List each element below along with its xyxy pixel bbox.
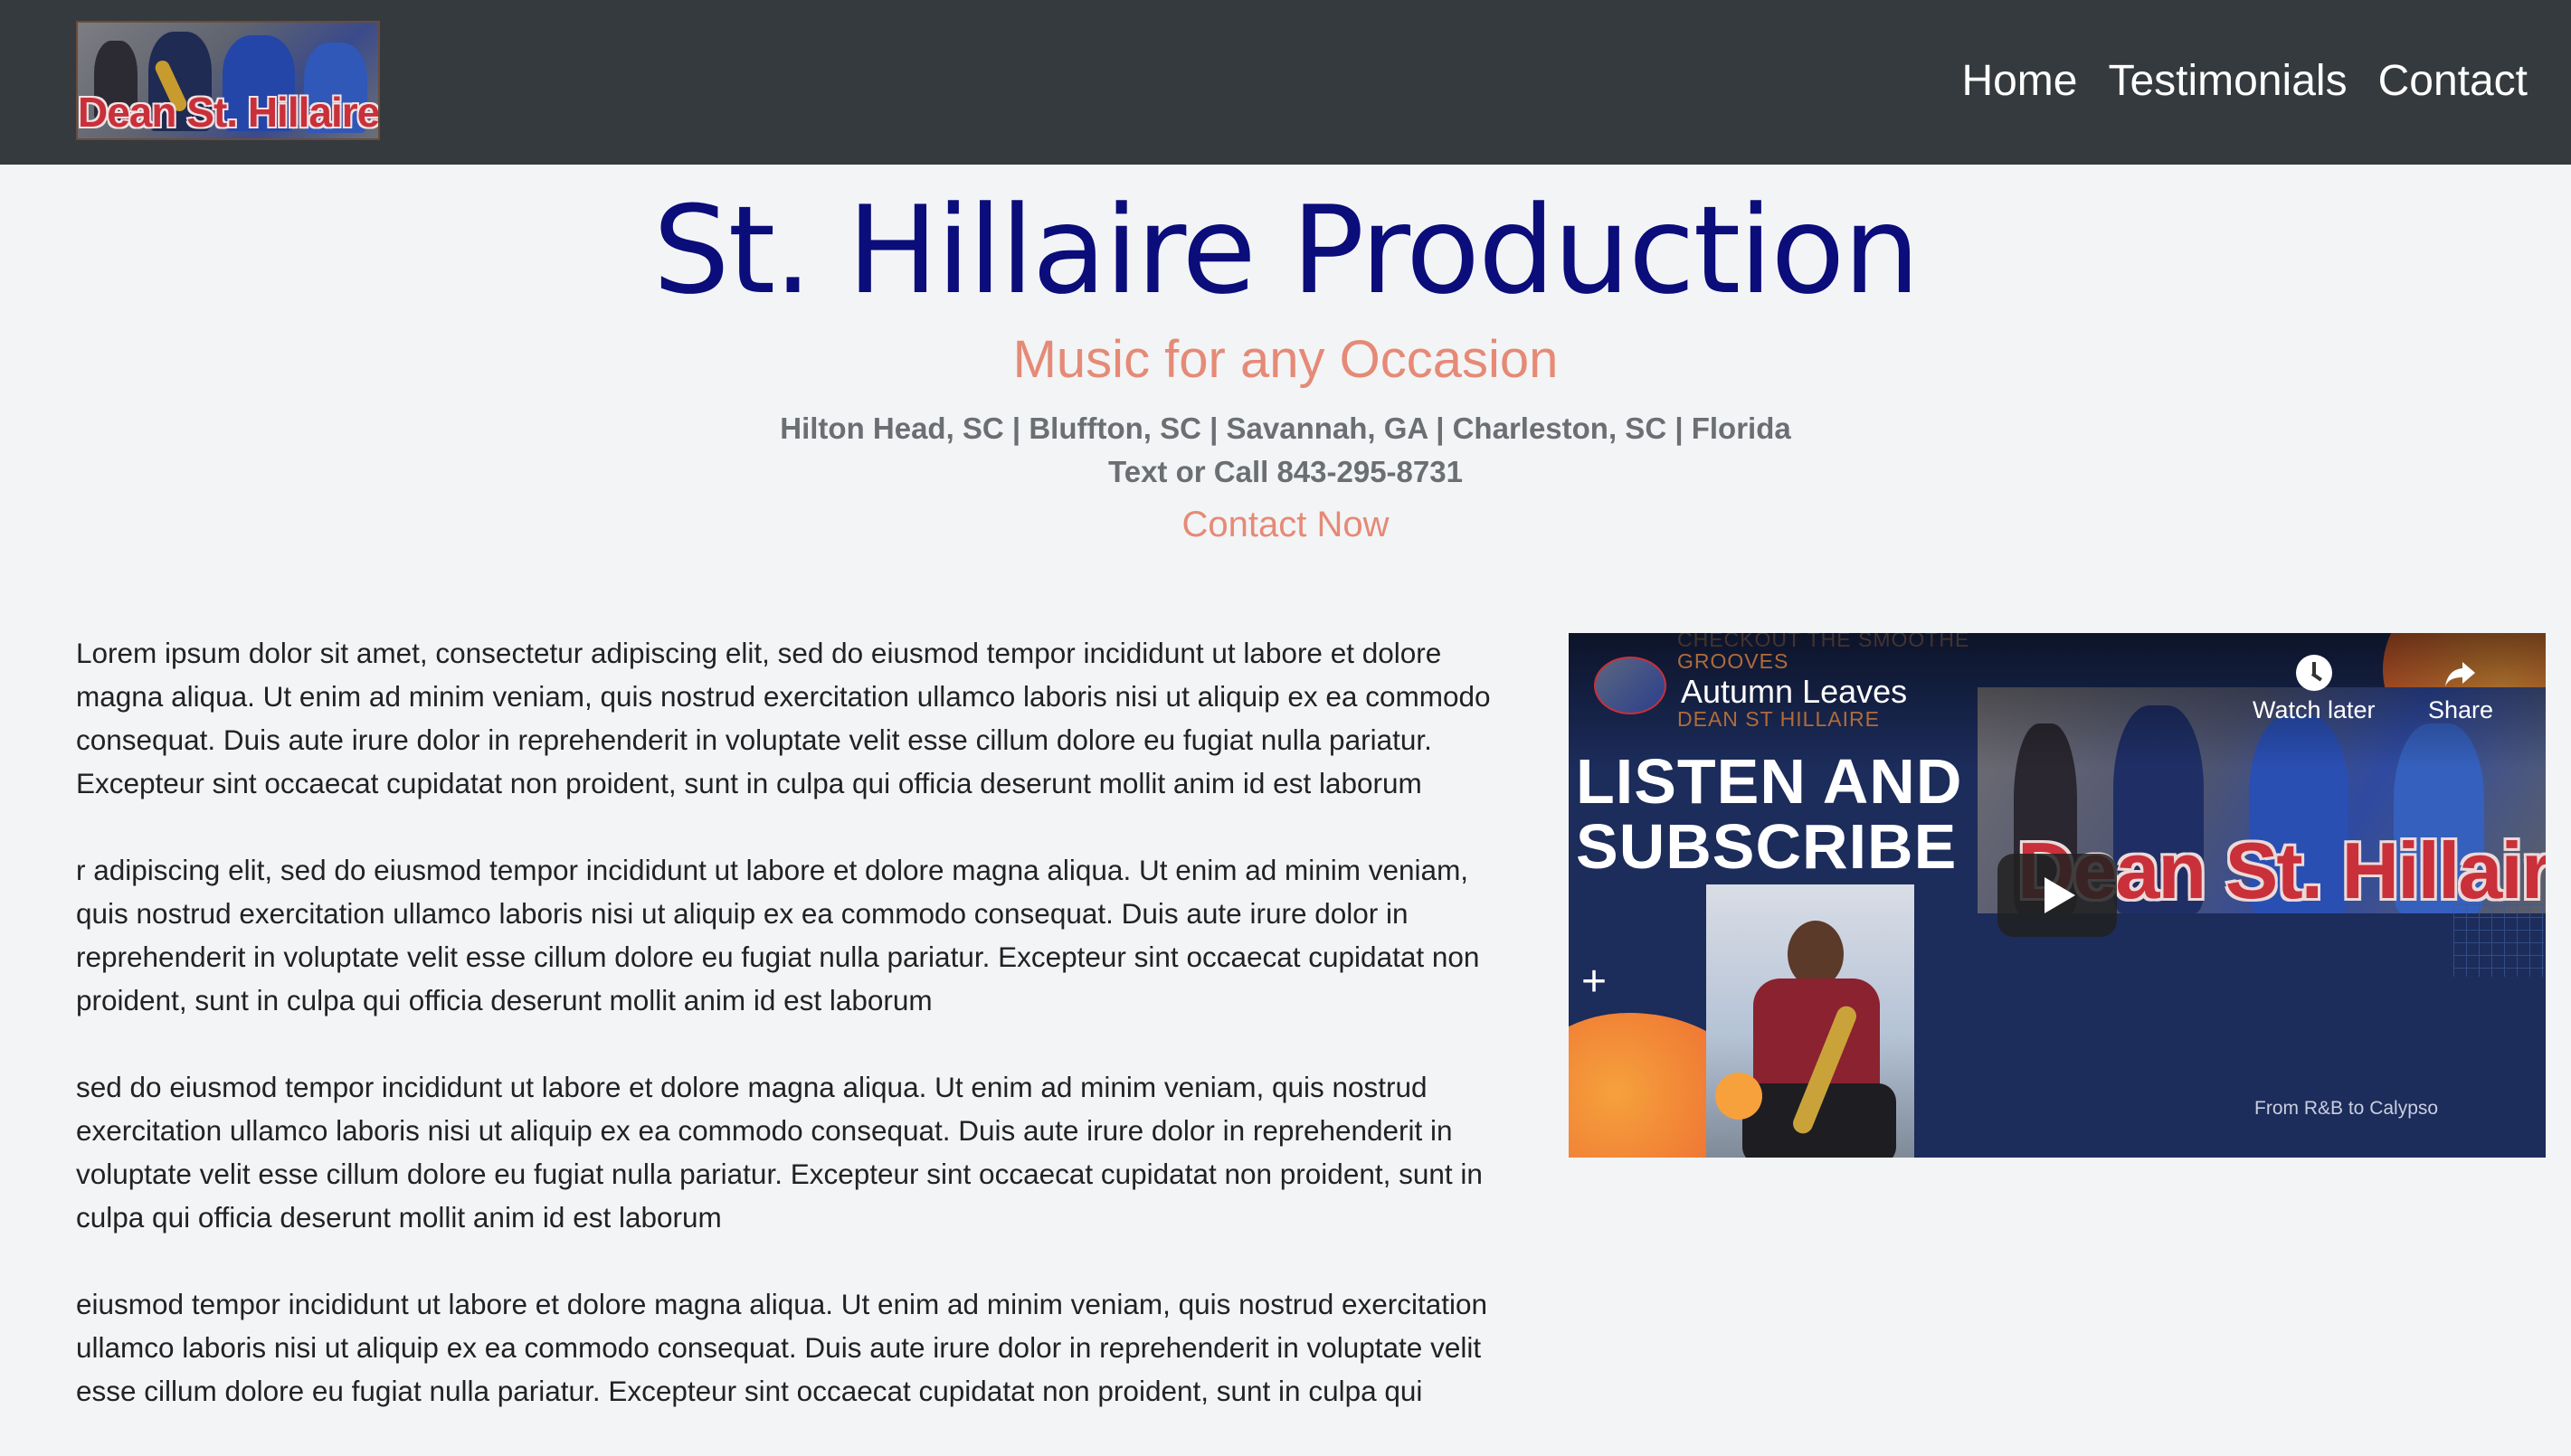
nav-contact[interactable]: Contact [2378, 52, 2528, 110]
subscribe-line: SUBSCRIBE [1576, 811, 1958, 882]
share-label: Share [2428, 696, 2494, 723]
overlay-text: DEAN ST HILLAIRE [1677, 707, 1880, 731]
paragraph: sed do eiusmod tempor incididunt ut labo… [76, 1071, 1483, 1234]
clock-icon [2295, 655, 2332, 691]
nav-home[interactable]: Home [1961, 52, 2077, 110]
share-button[interactable]: Share [2428, 655, 2493, 724]
grid-decoration [2453, 904, 2544, 977]
watch-later-button[interactable]: Watch later [2253, 655, 2376, 724]
orange-dot [1715, 1073, 1762, 1120]
video-footer-text: From R&B to Calypso [2254, 1098, 2439, 1119]
logo[interactable]: Dean St. Hillaire [76, 21, 380, 140]
video-embed[interactable]: CHECKOUT THE SMOOTHE GROOVES Autumn Leav… [1569, 633, 2546, 1158]
listen-line: LISTEN AND [1576, 746, 1963, 817]
overlay-text: GROOVES [1677, 649, 1789, 673]
service-areas: Hilton Head, SC | Bluffton, SC | Savanna… [780, 411, 1791, 445]
logo-text: Dean St. Hillaire [78, 89, 380, 136]
paragraph: Lorem ipsum dolor sit amet, consectetur … [76, 637, 1491, 799]
paragraph: eiusmod tempor incididunt ut labore et d… [76, 1288, 1488, 1407]
tagline: Music for any Occasion [1012, 330, 1559, 389]
phone-number: Text or Call 843-295-8731 [1108, 455, 1463, 488]
channel-avatar[interactable] [1594, 657, 1666, 714]
plus-icon: + [1581, 958, 1608, 1006]
contact-now-link[interactable]: Contact Now [0, 501, 2571, 548]
page-title: St. Hillaire Production [652, 180, 1921, 321]
watch-later-label: Watch later [2253, 696, 2376, 723]
listen-subscribe-text: LISTEN AND SUBSCRIBE [1576, 749, 1962, 879]
share-icon [2443, 655, 2479, 691]
saxophonist-head [1788, 921, 1844, 988]
navbar: Dean St. Hillaire Home Testimonials Cont… [0, 0, 2571, 165]
content-text: Lorem ipsum dolor sit amet, consectetur … [76, 631, 1523, 1456]
paragraph: r adipiscing elit, sed do eiusmod tempor… [76, 854, 1480, 1016]
play-button[interactable] [1997, 854, 2117, 937]
nav-testimonials[interactable]: Testimonials [2108, 52, 2347, 110]
main-nav: Home Testimonials Contact [1961, 52, 2528, 110]
